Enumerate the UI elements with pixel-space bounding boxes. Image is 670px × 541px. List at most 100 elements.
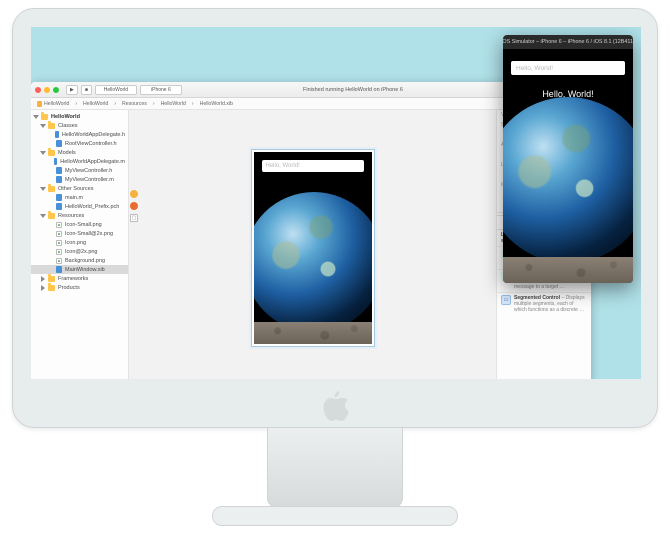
navigator-label: main.m bbox=[65, 195, 83, 201]
apple-logo-icon bbox=[323, 391, 349, 421]
library-item[interactable]: ▭Segmented Control – Displays multiple s… bbox=[497, 292, 591, 315]
earth-image bbox=[503, 97, 633, 263]
navigator-label: Resources bbox=[58, 213, 84, 219]
navigator-row[interactable]: MyViewController.h bbox=[31, 166, 128, 175]
navigator-row[interactable]: HelloWorld_Prefix.pch bbox=[31, 202, 128, 211]
window-controls[interactable] bbox=[35, 87, 59, 93]
source-file-icon bbox=[56, 266, 62, 273]
disclosure-triangle-icon[interactable] bbox=[40, 151, 46, 155]
navigator-row[interactable]: HelloWorld bbox=[31, 112, 128, 121]
navigator-label: MainWindow.xib bbox=[65, 267, 105, 273]
navigator-label: Models bbox=[58, 150, 76, 156]
navigator-row[interactable]: Resources bbox=[31, 211, 128, 220]
run-button[interactable]: ▶ bbox=[66, 85, 78, 95]
text-field[interactable]: Hello, World! bbox=[511, 61, 625, 75]
navigator-label: Products bbox=[58, 285, 80, 291]
imac-foot bbox=[212, 506, 458, 526]
text-field[interactable]: Hello, World! bbox=[262, 160, 364, 172]
disclosure-triangle-icon[interactable] bbox=[40, 214, 46, 218]
image-file-icon bbox=[56, 231, 62, 237]
disclosure-triangle-icon[interactable] bbox=[33, 115, 39, 119]
navigator-row[interactable]: RootViewController.h bbox=[31, 139, 128, 148]
interface-builder-canvas[interactable]: ▢ Hello, World! bbox=[129, 110, 496, 379]
navigator-row[interactable]: Frameworks bbox=[31, 274, 128, 283]
navigator-label: MyViewController.h bbox=[65, 168, 112, 174]
navigator-label: Other Sources bbox=[58, 186, 93, 192]
folder-icon bbox=[48, 276, 55, 282]
activity-title: Finished running HelloWorld on iPhone 6 bbox=[185, 87, 521, 93]
stop-button[interactable]: ■ bbox=[81, 85, 92, 95]
navigator-label: Background.png bbox=[65, 258, 105, 264]
minimize-icon[interactable] bbox=[44, 87, 50, 93]
ib-device-frame[interactable]: Hello, World! bbox=[251, 149, 375, 347]
source-file-icon bbox=[56, 203, 62, 210]
source-file-icon bbox=[56, 176, 62, 183]
source-file-icon bbox=[56, 167, 62, 174]
folder-icon bbox=[48, 123, 55, 129]
image-file-icon bbox=[56, 222, 62, 228]
jump-bar-segment[interactable]: HelloWorld bbox=[161, 101, 186, 107]
jump-bar-segment[interactable]: HelloWorld bbox=[83, 101, 108, 107]
simulator-screen[interactable]: Hello, World! Hello, World! bbox=[503, 49, 633, 283]
navigator-row[interactable]: Icon@2x.png bbox=[31, 247, 128, 256]
image-file-icon bbox=[56, 240, 62, 246]
zoom-icon[interactable] bbox=[53, 87, 59, 93]
navigator-row[interactable]: HelloWorldAppDelegate.m bbox=[31, 157, 128, 166]
navigator-row[interactable]: Other Sources bbox=[31, 184, 128, 193]
image-file-icon bbox=[56, 249, 62, 255]
navigator-label: Frameworks bbox=[58, 276, 88, 282]
navigator-row[interactable]: Products bbox=[31, 283, 128, 292]
folder-icon bbox=[48, 213, 55, 219]
destination-selector[interactable]: iPhone 6 bbox=[140, 85, 182, 95]
disclosure-triangle-icon[interactable] bbox=[41, 285, 45, 291]
navigator-label: MyViewController.m bbox=[65, 177, 114, 183]
first-responder-icon[interactable] bbox=[130, 202, 138, 210]
disclosure-triangle-icon[interactable] bbox=[40, 187, 46, 191]
navigator-row[interactable]: Classes bbox=[31, 121, 128, 130]
close-icon[interactable] bbox=[35, 87, 41, 93]
navigator-row[interactable]: Icon-Small@2x.png bbox=[31, 229, 128, 238]
scheme-selector[interactable]: HelloWorld bbox=[95, 85, 137, 95]
project-navigator[interactable]: HelloWorld ClassesHelloWorldAppDelegate.h… bbox=[31, 110, 129, 379]
ios-simulator-window: iOS Simulator – iPhone 6 – iPhone 6 / iO… bbox=[503, 35, 633, 283]
document-outline-strip: ▢ bbox=[129, 110, 139, 379]
folder-icon bbox=[48, 285, 55, 291]
source-file-icon bbox=[56, 140, 62, 147]
navigator-row[interactable]: Icon-Small.png bbox=[31, 220, 128, 229]
imac-screen: ▶ ■ HelloWorld iPhone 6 Finished running… bbox=[31, 27, 641, 379]
navigator-label: HelloWorldAppDelegate.m bbox=[60, 159, 125, 165]
navigator-label: Icon-Small@2x.png bbox=[65, 231, 113, 237]
navigator-row[interactable]: HelloWorldAppDelegate.h bbox=[31, 130, 128, 139]
navigator-label: Classes bbox=[58, 123, 78, 129]
navigator-row[interactable]: main.m bbox=[31, 193, 128, 202]
simulator-titlebar: iOS Simulator – iPhone 6 – iPhone 6 / iO… bbox=[503, 35, 633, 49]
earth-image bbox=[254, 192, 372, 332]
library-item-icon: ▭ bbox=[501, 295, 511, 305]
jump-bar-segment[interactable]: HelloWorld bbox=[37, 101, 69, 107]
navigator-label: RootViewController.h bbox=[65, 141, 117, 147]
ib-view[interactable]: Hello, World! bbox=[254, 152, 372, 344]
navigator-row[interactable]: Models bbox=[31, 148, 128, 157]
source-file-icon bbox=[55, 131, 59, 138]
folder-icon bbox=[41, 114, 48, 120]
file-owner-icon[interactable] bbox=[130, 190, 138, 198]
navigator-label: HelloWorld bbox=[51, 114, 80, 120]
imac-stand bbox=[267, 428, 403, 508]
navigator-row[interactable]: Icon.png bbox=[31, 238, 128, 247]
jump-bar-segment[interactable]: Resources bbox=[122, 101, 147, 107]
disclosure-triangle-icon[interactable] bbox=[41, 276, 45, 282]
source-file-icon bbox=[54, 158, 57, 165]
navigator-row[interactable]: MyViewController.m bbox=[31, 175, 128, 184]
view-icon[interactable]: ▢ bbox=[130, 214, 138, 222]
navigator-label: Icon-Small.png bbox=[65, 222, 102, 228]
jump-bar-segment[interactable]: HelloWorld.xib bbox=[200, 101, 233, 107]
navigator-row[interactable]: Background.png bbox=[31, 256, 128, 265]
project-icon bbox=[37, 101, 42, 107]
folder-icon bbox=[48, 186, 55, 192]
moon-surface bbox=[503, 257, 633, 283]
navigator-label: HelloWorld_Prefix.pch bbox=[65, 204, 119, 210]
scheme-name: HelloWorld bbox=[104, 87, 128, 93]
image-file-icon bbox=[56, 258, 62, 264]
navigator-row[interactable]: MainWindow.xib bbox=[31, 265, 128, 274]
disclosure-triangle-icon[interactable] bbox=[40, 124, 46, 128]
